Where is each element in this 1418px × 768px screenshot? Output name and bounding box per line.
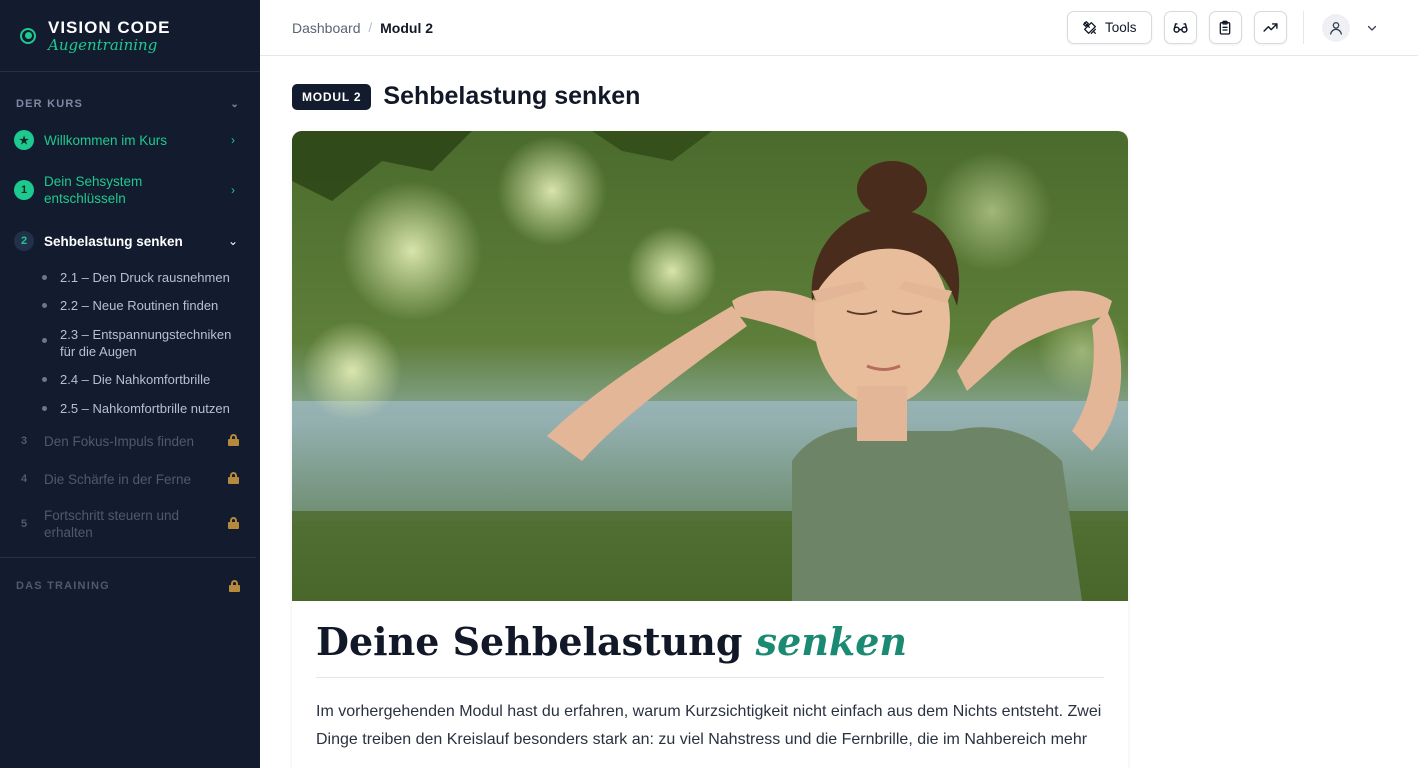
- sidebar: VISION CODE Augentraining DER KURS ⌄ ★ W…: [0, 0, 260, 768]
- bullet-icon: [42, 377, 47, 382]
- sidebar-item-label: Die Schärfe in der Ferne: [44, 471, 192, 487]
- chevron-down-icon: ⌄: [230, 98, 240, 110]
- module-number-badge: 3: [20, 435, 28, 447]
- user-menu-toggle[interactable]: [1366, 22, 1378, 34]
- breadcrumb-separator: /: [368, 20, 373, 35]
- sidebar-item-label: Den Fokus-Impuls finden: [44, 433, 195, 449]
- chevron-down-icon: ⌄: [227, 234, 239, 248]
- chevron-right-icon: ›: [231, 183, 235, 197]
- bullet-icon: [42, 338, 47, 343]
- page-heading: MODUL 2 Sehbelastung senken: [292, 82, 640, 111]
- module-badge: MODUL 2: [292, 83, 372, 110]
- brand-title: VISION CODE: [48, 17, 171, 37]
- sidebar-item-schaerfe-ferne[interactable]: 4 Die Schärfe in der Ferne: [14, 469, 240, 489]
- section-header-der-kurs[interactable]: DER KURS ⌄: [0, 89, 260, 119]
- sidebar-item-fortschritt[interactable]: 5 Fortschritt steuern und erhalten: [14, 507, 240, 541]
- article-body: Im vorhergehenden Modul hast du erfahren…: [316, 702, 1102, 748]
- brand-logo-icon: [20, 27, 36, 44]
- main-content: Dashboard / Modul 2 Tools MODUL 2 Sehbel…: [260, 0, 1418, 768]
- subitem-label: 2.2 – Neue Routinen finden: [60, 298, 219, 313]
- lock-icon: [227, 516, 239, 529]
- subitem-2-4[interactable]: 2.4 – Die Nahkomfortbrille: [42, 371, 236, 388]
- clipboard-button[interactable]: [1208, 11, 1242, 44]
- module-number-badge: 5: [20, 518, 28, 530]
- chevron-down-icon: [1367, 25, 1376, 31]
- sidebar-item-fokus-impuls[interactable]: 3 Den Fokus-Impuls finden: [14, 431, 240, 451]
- bullet-icon: [42, 406, 47, 411]
- breadcrumb-current: Modul 2: [380, 19, 434, 36]
- top-actions: Tools: [1067, 11, 1378, 44]
- sidebar-item-sehbelastung[interactable]: 2 Sehbelastung senken ⌄: [14, 231, 240, 251]
- sidebar-item-label: Dein Sehsystem entschlüsseln: [44, 174, 143, 206]
- subitem-2-2[interactable]: 2.2 – Neue Routinen finden: [42, 297, 236, 314]
- section-label: DAS TRAINING: [16, 580, 110, 592]
- subitem-2-1[interactable]: 2.1 – Den Druck rausnehmen: [42, 269, 236, 286]
- trending-up-icon: [1262, 23, 1278, 32]
- module-number-badge: 1: [14, 180, 34, 200]
- breadcrumb-dashboard[interactable]: Dashboard: [292, 20, 361, 36]
- subitem-label: 2.4 – Die Nahkomfortbrille: [60, 372, 211, 387]
- lock-icon: [229, 580, 240, 592]
- article: Deine Sehbelastung senken Im vorhergehen…: [292, 601, 1128, 754]
- section-label: DER KURS: [16, 98, 84, 110]
- hero-image: [292, 131, 1128, 601]
- brand-subtitle: Augentraining: [48, 35, 158, 54]
- tools-label: Tools: [1105, 20, 1137, 35]
- module-number-badge: 2: [14, 231, 34, 251]
- module-number-badge: 4: [20, 473, 28, 485]
- subitem-label: 2.5 – Nahkomfortbrille nutzen: [60, 401, 230, 416]
- tools-button[interactable]: Tools: [1067, 11, 1152, 44]
- article-title: Deine Sehbelastung senken: [316, 621, 1104, 678]
- sidebar-item-willkommen[interactable]: ★ Willkommen im Kurs ›: [14, 130, 240, 150]
- tools-icon: [1083, 20, 1096, 34]
- glasses-icon: [1172, 23, 1188, 33]
- page-title: Sehbelastung senken: [383, 82, 641, 110]
- sidebar-item-label: Willkommen im Kurs: [44, 132, 168, 148]
- section-header-das-training[interactable]: DAS TRAINING: [0, 571, 260, 601]
- user-icon: [1329, 21, 1342, 35]
- toolbar-divider: [1302, 11, 1304, 44]
- lock-icon: [227, 433, 239, 446]
- lesson-card: Deine Sehbelastung senken Im vorhergehen…: [292, 131, 1128, 768]
- lock-icon: [227, 471, 239, 484]
- breadcrumb: Dashboard / Modul 2: [292, 20, 433, 36]
- bullet-icon: [42, 275, 47, 280]
- subitem-2-5[interactable]: 2.5 – Nahkomfortbrille nutzen: [42, 400, 236, 417]
- sidebar-divider: [0, 557, 256, 558]
- sidebar-item-sehsystem[interactable]: 1 Dein Sehsystem entschlüsseln ›: [14, 173, 240, 207]
- subitem-2-3[interactable]: 2.3 – Entspannungstechniken für die Auge…: [42, 326, 236, 360]
- article-title-accent: senken: [755, 619, 908, 664]
- topbar: Dashboard / Modul 2 Tools: [260, 0, 1418, 56]
- glasses-button[interactable]: [1163, 11, 1197, 44]
- progress-chart-button[interactable]: [1253, 11, 1287, 44]
- article-title-plain: Deine Sehbelastung: [316, 619, 743, 664]
- avatar[interactable]: [1321, 13, 1350, 42]
- star-icon: ★: [14, 130, 34, 150]
- bullet-icon: [42, 303, 47, 308]
- clipboard-icon: [1219, 20, 1231, 35]
- brand[interactable]: VISION CODE Augentraining: [0, 0, 260, 72]
- subitem-label: 2.3 – Entspannungstechniken für die Auge…: [60, 327, 232, 359]
- sidebar-item-label: Sehbelastung senken: [44, 233, 183, 249]
- sidebar-item-label: Fortschritt steuern und erhalten: [44, 508, 180, 540]
- chevron-right-icon: ›: [231, 133, 235, 147]
- subitem-label: 2.1 – Den Druck rausnehmen: [60, 270, 230, 285]
